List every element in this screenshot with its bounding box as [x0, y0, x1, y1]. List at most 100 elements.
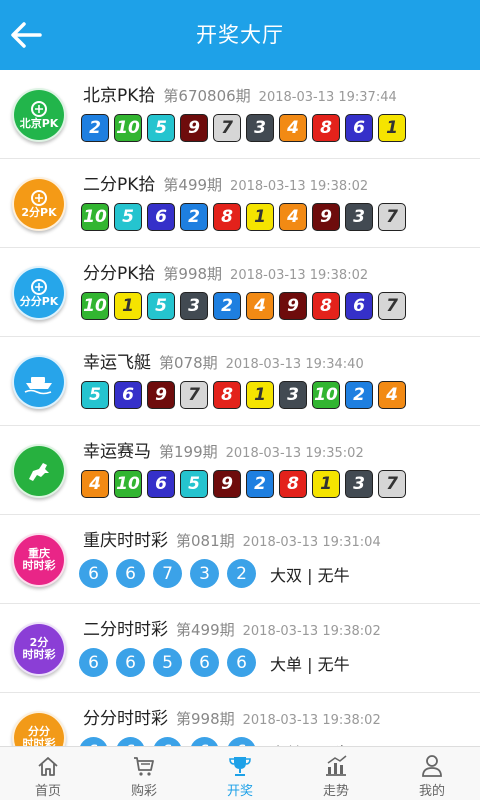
tab-label: 我的 [418, 784, 445, 799]
number-ball: 2 [246, 470, 274, 498]
number-ball: 9 [180, 114, 208, 142]
draw-time: 2018-03-13 19:38:02 [230, 179, 369, 194]
pk10-badge-icon [31, 190, 47, 207]
app-header: 开奖大厅 [0, 0, 480, 70]
number-ball: 1 [246, 203, 274, 231]
lottery-row[interactable]: 幸运飞艇 第078期 2018-03-13 19:34:40 5 6 9 7 8 1 3 10 2 4 [0, 337, 480, 426]
tab-home[interactable]: 首页 [0, 747, 96, 800]
game-name: 分分PK拾 [83, 264, 156, 284]
number-ball: 7 [180, 381, 208, 409]
number-ball: 7 [378, 292, 406, 320]
number-ball: 6 [227, 648, 256, 677]
lottery-row[interactable]: 2分 时时彩 二分时时彩 第499期 2018-03-13 19:38:02 6 6 5 6 6 大… [0, 604, 480, 693]
logo-text: 分分PK [19, 295, 59, 309]
lottery-row[interactable]: 北京PK 北京PK拾 第670806期 2018-03-13 19:37:44 2 10 5… [0, 70, 480, 159]
draw-time: 2018-03-13 19:38:02 [230, 268, 369, 283]
number-ball: 6 [79, 559, 108, 588]
lottery-logo: 分分PK [12, 266, 66, 320]
tab-cart[interactable]: 购彩 [96, 747, 192, 800]
number-ball: 3 [345, 470, 373, 498]
lottery-info: 重庆时时彩 第081期 2018-03-13 19:31:04 [83, 526, 381, 551]
number-ball: 8 [213, 381, 241, 409]
number-ball: 5 [147, 292, 175, 320]
number-ball: 4 [279, 114, 307, 142]
lottery-info: 北京PK拾 第670806期 2018-03-13 19:37:44 [83, 81, 397, 106]
lottery-info: 幸运飞艇 第078期 2018-03-13 19:34:40 [83, 348, 364, 373]
number-ball: 6 [227, 737, 256, 746]
draw-time: 2018-03-13 19:31:04 [242, 535, 381, 550]
number-ball: 5 [153, 648, 182, 677]
lottery-logo: 重庆 时时彩 [12, 533, 66, 587]
number-ball: 2 [81, 114, 109, 142]
user-icon [422, 755, 442, 777]
number-ball: 6 [345, 292, 373, 320]
result-summary: 大单 | 无牛 [270, 654, 350, 674]
logo-text: 时时彩 [22, 737, 56, 746]
lottery-logo [12, 355, 66, 409]
tab-label: 开奖 [226, 784, 253, 799]
number-ball: 9 [312, 203, 340, 231]
number-ball: 9 [213, 470, 241, 498]
lottery-info: 分分时时彩 第998期 2018-03-13 19:38:02 [83, 704, 381, 729]
number-ball: 7 [213, 114, 241, 142]
number-ball: 4 [378, 381, 406, 409]
result-numbers: 66666小单 | 无牛 [79, 737, 350, 746]
logo-text: 2分PK [21, 206, 57, 220]
game-name: 重庆时时彩 [83, 531, 168, 551]
period-number: 第499期 [163, 176, 223, 194]
lottery-row[interactable]: 分分时时彩分分时时彩第998期2018-03-13 19:38:0266666小… [0, 693, 480, 746]
result-numbers: 2 10 5 9 7 3 4 8 6 1 [81, 114, 411, 142]
logo-text: 时时彩 [22, 559, 56, 572]
period-number: 第499期 [176, 621, 235, 639]
game-name: 分分时时彩 [83, 709, 168, 729]
chart-icon [326, 755, 347, 776]
number-ball: 6 [345, 114, 373, 142]
result-numbers: 10 5 6 2 8 1 4 9 3 7 [81, 203, 411, 231]
draw-time: 2018-03-13 19:37:44 [258, 90, 397, 105]
number-ball: 4 [279, 203, 307, 231]
lottery-info: 幸运赛马 第199期 2018-03-13 19:35:02 [83, 437, 364, 462]
game-name: 幸运赛马 [83, 442, 151, 462]
number-ball: 10 [81, 292, 109, 320]
boat-icon [24, 377, 52, 395]
game-name: 二分时时彩 [83, 620, 168, 640]
number-ball: 2 [180, 203, 208, 231]
number-ball: 6 [79, 737, 108, 746]
period-number: 第670806期 [163, 87, 251, 105]
number-ball: 10 [312, 381, 340, 409]
number-ball: 10 [114, 114, 142, 142]
lottery-row[interactable]: 幸运赛马 第199期 2018-03-13 19:35:02 4 10 6 5 9 2 8 1 3 7 [0, 426, 480, 515]
number-ball: 2 [227, 559, 256, 588]
result-numbers: 6 6 5 6 6 大单 | 无牛 [79, 648, 350, 677]
number-ball: 6 [190, 648, 219, 677]
tab-trophy[interactable]: 开奖 [192, 747, 288, 800]
horse-icon [29, 463, 49, 481]
number-ball: 8 [312, 114, 340, 142]
tab-user[interactable]: 我的 [384, 747, 480, 800]
result-numbers: 5 6 9 7 8 1 3 10 2 4 [81, 381, 411, 409]
lottery-row[interactable]: 分分PK 分分PK拾 第998期 2018-03-13 19:38:02 10 1 5 3 2 4… [0, 248, 480, 337]
lottery-info: 二分PK拾 第499期 2018-03-13 19:38:02 [83, 170, 369, 195]
home-icon [38, 757, 58, 776]
number-ball: 6 [116, 559, 145, 588]
lottery-row[interactable]: 重庆 时时彩 重庆时时彩 第081期 2018-03-13 19:31:04 6 6 7 3 2 大… [0, 515, 480, 604]
logo-text: 北京PK [19, 117, 59, 131]
period-number: 第998期 [176, 710, 235, 728]
trophy-icon [229, 757, 251, 776]
period-number: 第998期 [163, 265, 223, 283]
lottery-info: 分分PK拾 第998期 2018-03-13 19:38:02 [83, 259, 369, 284]
number-ball: 3 [279, 381, 307, 409]
number-ball: 5 [81, 381, 109, 409]
game-name: 幸运飞艇 [83, 353, 151, 373]
number-ball: 4 [81, 470, 109, 498]
period-number: 第081期 [176, 532, 235, 550]
lottery-row[interactable]: 2分PK 二分PK拾 第499期 2018-03-13 19:38:02 10 5 6 2 8 1… [0, 159, 480, 248]
lottery-result-list: 北京PK 北京PK拾 第670806期 2018-03-13 19:37:44 2 10 5… [0, 70, 480, 746]
number-ball: 1 [246, 381, 274, 409]
lottery-logo: 北京PK [12, 88, 66, 142]
tab-chart[interactable]: 走势 [288, 747, 384, 800]
period-number: 第199期 [159, 443, 218, 461]
period-number: 第078期 [159, 354, 218, 372]
bottom-tab-bar: 首页 购彩 开奖 走势 我的 [0, 746, 480, 800]
number-ball: 6 [153, 737, 182, 746]
